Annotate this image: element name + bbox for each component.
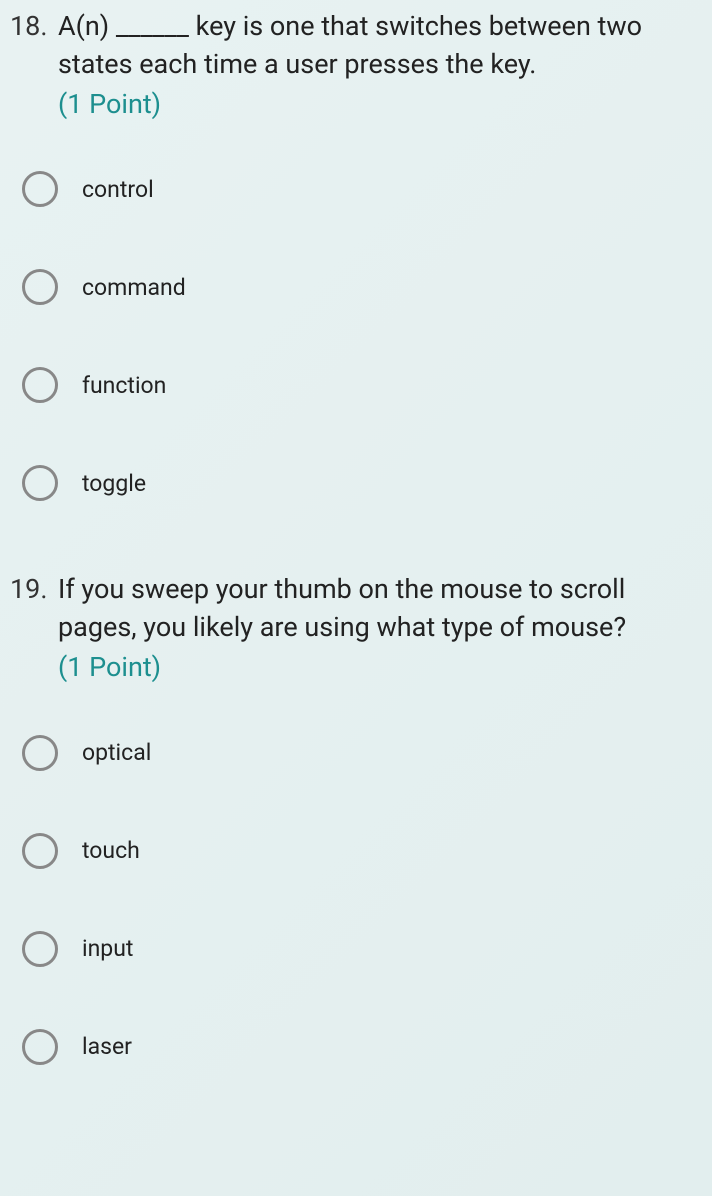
question-19: 19. If you sweep your thumb on the mouse… xyxy=(0,563,712,1064)
question-text: A(n) ______ key is one that switches bet… xyxy=(58,8,692,84)
option-function[interactable]: function xyxy=(22,367,712,403)
option-toggle[interactable]: toggle xyxy=(22,465,712,501)
radio-icon xyxy=(22,171,58,207)
option-label: optical xyxy=(82,739,151,766)
question-points: (1 Point) xyxy=(58,649,712,687)
radio-icon xyxy=(22,735,58,771)
option-touch[interactable]: touch xyxy=(22,833,712,869)
option-laser[interactable]: laser xyxy=(22,1029,712,1065)
radio-icon xyxy=(22,833,58,869)
options-list: control command function toggle xyxy=(0,171,712,501)
radio-icon xyxy=(22,269,58,305)
question-points: (1 Point) xyxy=(58,86,712,124)
option-label: function xyxy=(82,372,166,399)
question-header: 18. A(n) ______ key is one that switches… xyxy=(0,8,712,84)
options-list: optical touch input laser xyxy=(0,735,712,1065)
option-input[interactable]: input xyxy=(22,931,712,967)
radio-icon xyxy=(22,931,58,967)
option-label: laser xyxy=(82,1033,132,1060)
option-control[interactable]: control xyxy=(22,171,712,207)
option-label: control xyxy=(82,176,154,203)
question-18: 18. A(n) ______ key is one that switches… xyxy=(0,0,712,501)
option-label: toggle xyxy=(82,470,146,497)
question-number: 19. xyxy=(10,571,58,609)
option-command[interactable]: command xyxy=(22,269,712,305)
option-optical[interactable]: optical xyxy=(22,735,712,771)
radio-icon xyxy=(22,465,58,501)
radio-icon xyxy=(22,1029,58,1065)
option-label: command xyxy=(82,274,186,301)
question-number: 18. xyxy=(10,8,58,46)
option-label: input xyxy=(82,935,133,962)
radio-icon xyxy=(22,367,58,403)
question-header: 19. If you sweep your thumb on the mouse… xyxy=(0,571,712,647)
option-label: touch xyxy=(82,837,140,864)
question-text: If you sweep your thumb on the mouse to … xyxy=(58,571,692,647)
